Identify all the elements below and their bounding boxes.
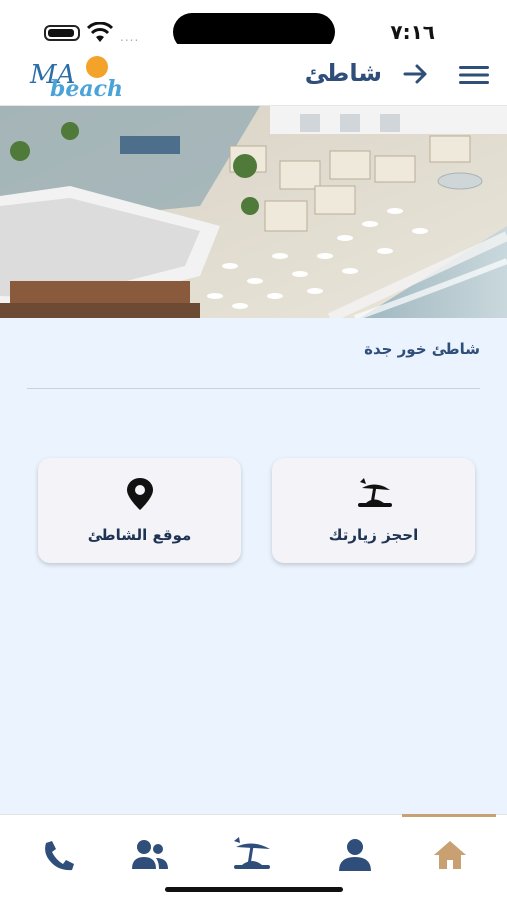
app-logo[interactable]: MA beach <box>28 52 128 102</box>
back-arrow-icon[interactable] <box>403 62 429 86</box>
users-icon[interactable] <box>130 837 170 873</box>
bottom-nav <box>0 814 507 900</box>
battery-icon <box>44 25 80 41</box>
hero-image <box>0 106 507 318</box>
active-tab-indicator <box>402 814 496 817</box>
app-header: MA beach شاطئ <box>0 44 507 106</box>
wifi-icon <box>86 22 114 42</box>
phone-icon[interactable] <box>38 837 78 873</box>
umbrella-icon <box>357 478 392 507</box>
status-time: ٧:١٦ <box>390 20 435 44</box>
book-visit-label: احجز زيارتك <box>328 526 419 544</box>
logo-sun <box>86 56 108 78</box>
logo-text-beach: beach <box>50 76 124 102</box>
beach-location-button[interactable]: موقع الشاطئ <box>38 458 241 563</box>
home-indicator <box>165 887 343 892</box>
home-icon[interactable] <box>430 837 470 873</box>
signal-dots: .... <box>120 30 140 44</box>
beach-location-label: موقع الشاطئ <box>87 526 192 544</box>
user-icon[interactable] <box>335 837 375 873</box>
menu-icon[interactable] <box>459 64 489 86</box>
beach-name: شاطئ خور جدة <box>364 340 480 358</box>
main-content: شاطئ خور جدة احجز زيارتك موقع الشاطئ <box>0 318 507 814</box>
umbrella-nav-icon[interactable] <box>232 837 272 873</box>
page-title: شاطئ <box>304 59 382 87</box>
location-pin-icon <box>126 478 153 510</box>
book-visit-button[interactable]: احجز زيارتك <box>272 458 475 563</box>
beach-resort-illustration <box>0 106 507 318</box>
divider <box>27 388 480 389</box>
